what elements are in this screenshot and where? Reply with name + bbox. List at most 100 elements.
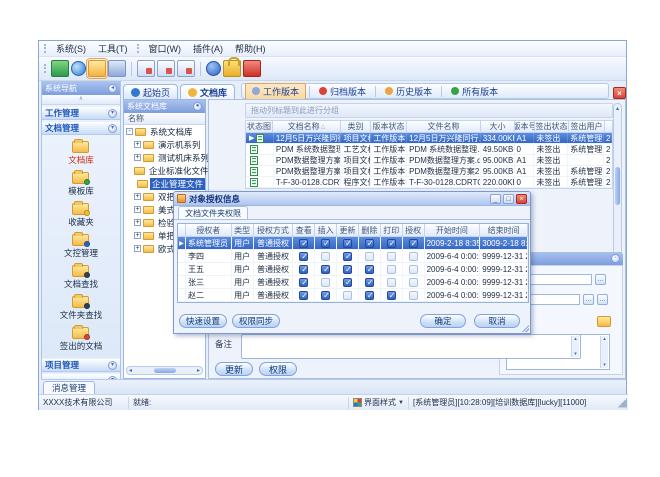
checkbox-checked[interactable]: [299, 291, 308, 300]
scroll-thumb[interactable]: [615, 167, 620, 205]
textarea-scrollbar[interactable]: ▴▾: [571, 336, 579, 357]
tab-doc-folder-permissions[interactable]: 文档文件夹权限: [178, 206, 248, 219]
ellipsis-button[interactable]: …: [583, 294, 594, 305]
checkbox-checked[interactable]: [387, 291, 396, 300]
resize-grip[interactable]: [617, 398, 627, 408]
authorization-column-header-8[interactable]: 授权: [403, 224, 425, 237]
column-header-7[interactable]: 签出状态: [535, 120, 569, 133]
checkbox-checked[interactable]: [365, 239, 374, 248]
table-row[interactable]: PDM 系统数据整理检…工艺文档工作版本PDM 系统数据整理…49.50KB0未…: [246, 144, 612, 155]
checkbox-checked[interactable]: [387, 239, 396, 248]
checkbox-checked[interactable]: [343, 252, 352, 261]
authorization-row[interactable]: 赵二用户普通授权2009-6-4 0:00:009999-12-31 23:59…: [178, 289, 528, 302]
authorization-column-header-9[interactable]: 开始时间: [425, 224, 481, 237]
menu-item-2[interactable]: 窗口(W): [143, 41, 188, 56]
help-icon[interactable]: [206, 61, 221, 76]
system-monitor-icon[interactable]: [51, 60, 69, 77]
checkbox-checked[interactable]: [299, 265, 308, 274]
tree-item-1[interactable]: +演示机系列: [124, 138, 205, 151]
column-header-3[interactable]: 版本状态: [371, 120, 407, 133]
nav-scroll-up-strip[interactable]: ∧: [42, 95, 120, 105]
cancel-button[interactable]: 取消: [474, 314, 520, 328]
authorization-column-header-10[interactable]: 结束时间: [480, 224, 528, 237]
tree-item-2[interactable]: +测试机床系列: [124, 151, 205, 164]
chevron-down-icon[interactable]: ▾: [108, 109, 117, 118]
column-header-0[interactable]: 状态图: [245, 120, 273, 133]
group-by-bar[interactable]: 拖动列标题到此进行分组: [245, 103, 613, 118]
checkbox-unchecked[interactable]: [409, 265, 418, 274]
tree-expander-icon[interactable]: +: [134, 232, 141, 239]
close-tab-button[interactable]: ×: [613, 87, 626, 99]
tree-expander-icon[interactable]: +: [134, 245, 141, 252]
maximize-icon[interactable]: □: [503, 194, 514, 204]
tree-expander-icon[interactable]: +: [134, 193, 141, 200]
nav-item-5[interactable]: 文件夹查找: [60, 293, 103, 321]
authorization-column-header-2[interactable]: 授权方式: [254, 224, 294, 237]
scroll-up-icon[interactable]: ▴: [616, 105, 619, 112]
scroll-right-icon[interactable]: ▸: [197, 367, 200, 374]
version-button-2[interactable]: 历史版本: [379, 84, 438, 99]
checkbox-checked[interactable]: [365, 265, 374, 274]
ellipsis-button[interactable]: …: [597, 294, 608, 305]
tree-expander-icon[interactable]: +: [134, 141, 141, 148]
checkbox-unchecked[interactable]: [365, 252, 374, 261]
checkbox-checked[interactable]: [299, 252, 308, 261]
column-header-6[interactable]: 版本号: [515, 120, 535, 133]
checkbox-unchecked[interactable]: [343, 291, 352, 300]
nav-section-1[interactable]: 文档管理▾: [42, 121, 120, 135]
nav-item-2[interactable]: 收藏夹: [68, 200, 94, 228]
tree-expander-icon[interactable]: +: [134, 206, 141, 213]
ok-button[interactable]: 确定: [420, 314, 466, 328]
authorization-row[interactable]: 张三用户普通授权2009-6-4 0:00:009999-12-31 23:59…: [178, 276, 528, 289]
tree-item-4[interactable]: 企业管理文件: [124, 177, 205, 190]
ellipsis-button[interactable]: …: [595, 274, 606, 285]
checkbox-checked[interactable]: [365, 278, 374, 287]
checkbox-unchecked[interactable]: [409, 291, 418, 300]
window-refresh-icon[interactable]: [157, 60, 175, 77]
checkbox-checked[interactable]: [299, 278, 308, 287]
column-header-9[interactable]: [605, 120, 613, 133]
permission-button[interactable]: 权限: [259, 362, 297, 376]
scroll-left-icon[interactable]: ◂: [129, 367, 132, 374]
close-icon[interactable]: ×: [516, 194, 527, 204]
menu-item-3[interactable]: 插件(A): [187, 41, 229, 56]
dialog-titlebar[interactable]: 对象授权信息 _ □ ×: [174, 192, 530, 206]
authorization-column-header-0[interactable]: 授权者: [186, 224, 232, 237]
table-row[interactable]: ▶12月5日万兴隆同行…项目文档工作版本12月5日万兴隆同行…334.00KBA…: [246, 133, 612, 144]
views-card-icon[interactable]: [108, 60, 126, 77]
checkbox-checked[interactable]: [365, 291, 374, 300]
checkbox-checked[interactable]: [321, 265, 330, 274]
tab-message-management[interactable]: 消息管理: [43, 381, 95, 394]
authorization-column-header-5[interactable]: 更新: [337, 224, 359, 237]
tree-expander-icon[interactable]: -: [126, 128, 133, 135]
column-header-2[interactable]: 类别: [341, 120, 371, 133]
checkbox-checked[interactable]: [409, 239, 418, 248]
permission-sync-button[interactable]: 权限同步: [232, 314, 280, 328]
remark-textarea[interactable]: ▴▾: [241, 334, 581, 359]
nav-collapse-button[interactable]: ◂: [108, 84, 117, 93]
checkbox-unchecked[interactable]: [387, 252, 396, 261]
table-row[interactable]: PDM数据整理方案2.doc项目文档工作版本PDM数据整理方案2.doc95.0…: [246, 166, 612, 177]
checkbox-unchecked[interactable]: [321, 278, 330, 287]
chevron-down-icon[interactable]: ▾: [108, 361, 117, 370]
checkbox-unchecked[interactable]: [387, 278, 396, 287]
checkbox-checked[interactable]: [343, 265, 352, 274]
tree-item-0[interactable]: -系统文档库: [124, 125, 205, 138]
authorization-row[interactable]: 李四用户普通授权2009-6-4 0:00:009999-12-31 23:59…: [178, 250, 528, 263]
checkbox-checked[interactable]: [321, 239, 330, 248]
quick-setup-button[interactable]: 快速设置: [179, 314, 227, 328]
tab-start-page[interactable]: 起始页: [123, 84, 178, 99]
table-row[interactable]: T-F-30-0128.CDRTOM程序文件工作版本T-F-30-0128.CD…: [246, 177, 612, 188]
column-header-4[interactable]: 文件名称: [407, 120, 481, 133]
tree-expander-icon[interactable]: +: [134, 154, 141, 161]
tree-expander-icon[interactable]: +: [134, 219, 141, 226]
nav-item-0[interactable]: 文档库: [68, 138, 94, 166]
nav-item-3[interactable]: 文控管理: [64, 231, 98, 259]
tab-document-library[interactable]: 文档库: [180, 84, 235, 99]
version-button-3[interactable]: 所有版本: [445, 84, 504, 99]
chevron-down-icon[interactable]: ▾: [108, 124, 117, 133]
checkbox-checked[interactable]: [299, 239, 308, 248]
tree-horizontal-scrollbar[interactable]: ◂ ▸: [126, 366, 203, 375]
nav-item-4[interactable]: 文档查找: [64, 262, 98, 290]
checkbox-unchecked[interactable]: [409, 278, 418, 287]
